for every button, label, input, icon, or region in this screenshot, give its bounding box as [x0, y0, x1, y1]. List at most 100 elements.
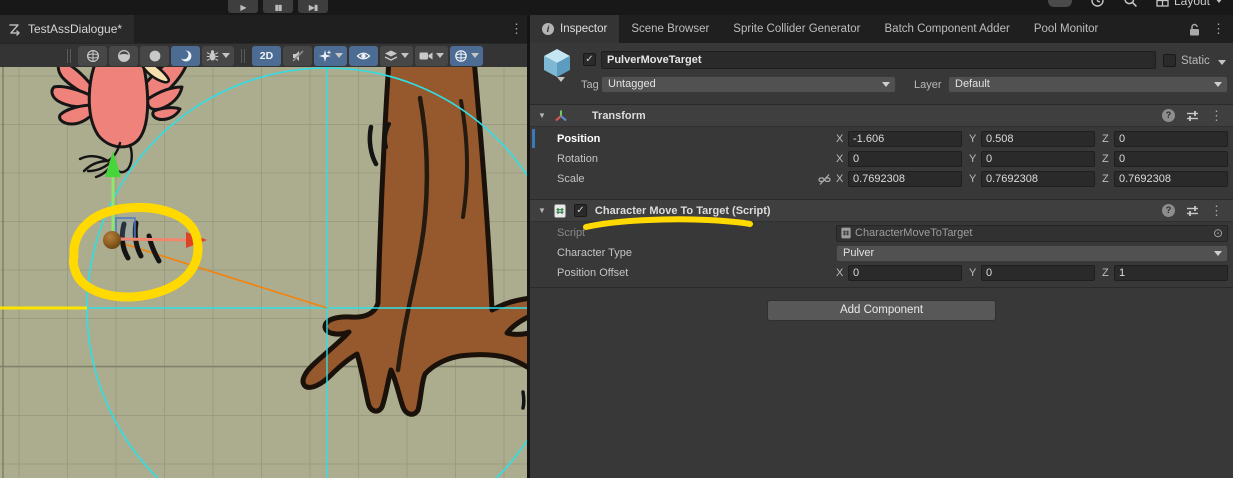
- gizmo-shaded-sphere-button[interactable]: [109, 46, 138, 66]
- rotation-z-field[interactable]: 0: [1114, 151, 1228, 167]
- step-button[interactable]: ▶▮: [298, 0, 328, 13]
- scene-tab-testassdialogue[interactable]: TestAssDialogue*: [0, 15, 134, 43]
- annotation-underline: [582, 216, 758, 232]
- inspector-menu-icon[interactable]: ⋮: [1212, 21, 1225, 37]
- layer-label: Layer: [914, 79, 942, 91]
- transform-header[interactable]: ▼ Transform ? ⋮: [530, 104, 1233, 127]
- scene-tab-title: TestAssDialogue*: [28, 22, 122, 36]
- help-icon[interactable]: ?: [1162, 109, 1175, 122]
- undo-history-icon[interactable]: [1090, 0, 1105, 8]
- foldout-icon[interactable]: ▼: [538, 206, 546, 215]
- play-controls: ▶ ▮▮ ▶▮: [228, 0, 328, 13]
- character-type-dropdown[interactable]: Pulver: [836, 245, 1228, 262]
- position-offset-row: Position Offset X0 Y0 Z1: [530, 263, 1233, 283]
- gameobject-cube-icon[interactable]: [542, 47, 572, 79]
- position-row: Position X-1.606 Y0.508 Z0: [530, 129, 1233, 149]
- scene-tab-menu-icon[interactable]: ⋮: [510, 21, 523, 37]
- pause-button[interactable]: ▮▮: [263, 0, 293, 13]
- mode-2d-label: 2D: [260, 50, 273, 62]
- scene-visibility-button[interactable]: [349, 46, 378, 66]
- script-asset-icon: [841, 227, 851, 239]
- shaded-sphere-icon: [117, 49, 131, 63]
- tab-sprite-collider-generator[interactable]: Sprite Collider Generator: [721, 15, 872, 43]
- tag-dropdown[interactable]: Untagged: [601, 76, 896, 93]
- dialogue-window-icon: [8, 22, 22, 36]
- inspector-panel: i Inspector Scene Browser Sprite Collide…: [530, 15, 1233, 478]
- cloud-services-button[interactable]: [1048, 0, 1072, 7]
- link-scale-icon[interactable]: [818, 173, 831, 186]
- presets-icon[interactable]: [1186, 110, 1199, 122]
- tab-batch-component-adder[interactable]: Batch Component Adder: [873, 15, 1022, 43]
- effects-dropdown-button[interactable]: [314, 46, 347, 66]
- rotation-y-field[interactable]: 0: [981, 151, 1095, 167]
- presets-icon[interactable]: [1186, 205, 1199, 217]
- z-axis-label: Z: [1102, 267, 1110, 279]
- offset-z-field[interactable]: 1: [1114, 265, 1228, 281]
- toolbar-separator: [241, 49, 245, 63]
- add-component-button[interactable]: Add Component: [767, 300, 996, 321]
- nav-caret-icon: [471, 53, 479, 58]
- audio-muted-button[interactable]: [283, 46, 312, 66]
- active-checkbox[interactable]: ✓: [583, 53, 596, 66]
- scene-viewport[interactable]: [0, 67, 527, 478]
- inspector-tab-bar: i Inspector Scene Browser Sprite Collide…: [530, 15, 1233, 43]
- script-object-field[interactable]: CharacterMoveToTarget ⊙: [836, 225, 1228, 242]
- effects-caret-icon: [335, 53, 343, 58]
- tab-pool-monitor[interactable]: Pool Monitor: [1022, 15, 1111, 43]
- gizmo-solid-circle-button[interactable]: [140, 46, 169, 66]
- debug-bug-dropdown-button[interactable]: [202, 46, 234, 66]
- camera-dropdown-button[interactable]: [415, 46, 448, 66]
- offset-y-field[interactable]: 0: [981, 265, 1095, 281]
- gameobject-name-field[interactable]: PulverMoveTarget: [601, 51, 1156, 69]
- help-icon[interactable]: ?: [1162, 204, 1175, 217]
- info-icon: i: [542, 23, 554, 35]
- play-button[interactable]: ▶: [228, 0, 258, 13]
- target-ball-sprite[interactable]: [103, 231, 121, 249]
- position-x-field[interactable]: -1.606: [848, 131, 962, 147]
- position-label: Position: [557, 133, 836, 145]
- scene-canvas: [0, 67, 527, 478]
- csharp-script-icon: [554, 204, 566, 218]
- tab-inspector[interactable]: i Inspector: [530, 15, 619, 43]
- object-picker-icon[interactable]: ⊙: [1213, 226, 1223, 240]
- tab-scene-browser[interactable]: Scene Browser: [619, 15, 721, 43]
- character-type-value: Pulver: [843, 247, 874, 259]
- tag-label: Tag: [581, 79, 599, 91]
- nav-sphere-dropdown-button[interactable]: [450, 46, 483, 66]
- static-caret-icon[interactable]: [1218, 60, 1226, 65]
- moon-icon: [179, 49, 193, 63]
- layout-dropdown[interactable]: Layout: [1156, 0, 1223, 8]
- gizmo-moon-button[interactable]: [171, 46, 200, 66]
- search-icon[interactable]: [1123, 0, 1138, 8]
- static-checkbox[interactable]: [1163, 54, 1176, 67]
- component-divider: [530, 287, 1233, 288]
- scale-z-field[interactable]: 0.7692308: [1114, 171, 1228, 187]
- position-z-field[interactable]: 0: [1114, 131, 1228, 147]
- step-icon: ▶▮: [309, 3, 318, 12]
- rotation-x-field[interactable]: 0: [848, 151, 962, 167]
- mode-2d-button[interactable]: 2D: [252, 46, 281, 66]
- component-menu-icon[interactable]: ⋮: [1210, 108, 1223, 124]
- wire-sphere-icon: [86, 49, 100, 63]
- scale-x-field[interactable]: 0.7692308: [848, 171, 962, 187]
- tab-label: Batch Component Adder: [885, 23, 1010, 35]
- window-splitter[interactable]: [527, 15, 530, 478]
- character-type-caret-icon: [1214, 251, 1222, 256]
- nav-sphere-icon: [454, 49, 468, 63]
- cube-caret-icon[interactable]: [557, 77, 565, 82]
- gizmo-wire-sphere-button[interactable]: [78, 46, 107, 66]
- offset-x-field[interactable]: 0: [848, 265, 962, 281]
- layers-dropdown-button[interactable]: [380, 46, 413, 66]
- layer-dropdown[interactable]: Default: [948, 76, 1228, 93]
- layer-caret-icon: [1214, 82, 1222, 87]
- component-menu-icon[interactable]: ⋮: [1210, 203, 1223, 219]
- position-y-field[interactable]: 0.508: [981, 131, 1095, 147]
- lock-icon[interactable]: [1189, 23, 1200, 36]
- toolbar-separator: [67, 49, 71, 63]
- foldout-icon[interactable]: ▼: [538, 111, 546, 120]
- pause-icon: ▮▮: [275, 3, 282, 12]
- layers-icon: [384, 49, 398, 63]
- y-axis-label: Y: [969, 173, 977, 185]
- audio-muted-icon: [291, 49, 305, 63]
- scale-y-field[interactable]: 0.7692308: [981, 171, 1095, 187]
